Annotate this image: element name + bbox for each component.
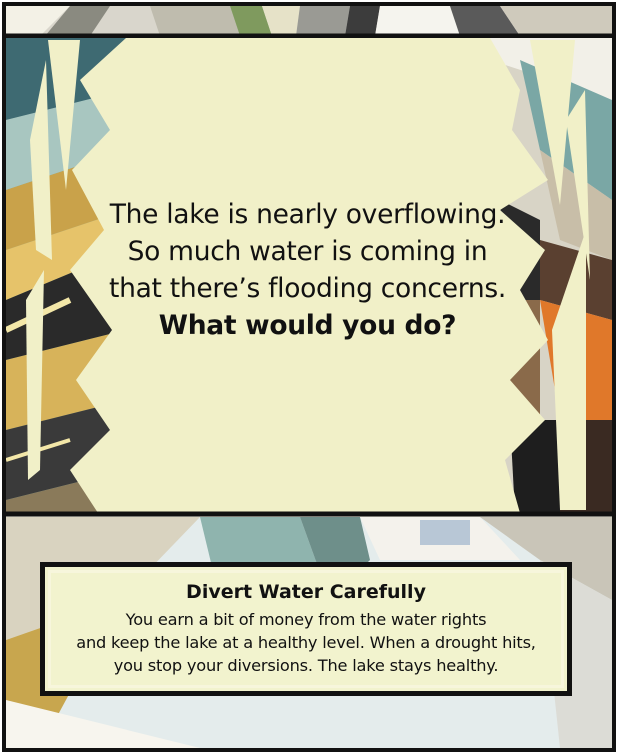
choice-line: and keep the lake at a healthy level. Wh… [76,633,536,652]
choice-line: You earn a bit of money from the water r… [125,610,487,629]
choice-line: you stop your diversions. The lake stays… [113,656,499,675]
scenario-card: The lake is nearly overflowing. So much … [0,0,618,754]
scenario-line: that there’s flooding concerns. [109,273,506,304]
scenario-line: The lake is nearly overflowing. [109,199,506,230]
scenario-prompt: The lake is nearly overflowing. So much … [95,196,520,344]
choice-option-card[interactable]: Divert Water Carefully You earn a bit of… [40,562,572,696]
choice-description: You earn a bit of money from the water r… [45,608,567,677]
scenario-question: What would you do? [158,310,457,341]
choice-title: Divert Water Carefully [186,581,426,603]
top-strip-art [6,6,612,39]
scenario-line: So much water is coming in [127,236,488,267]
